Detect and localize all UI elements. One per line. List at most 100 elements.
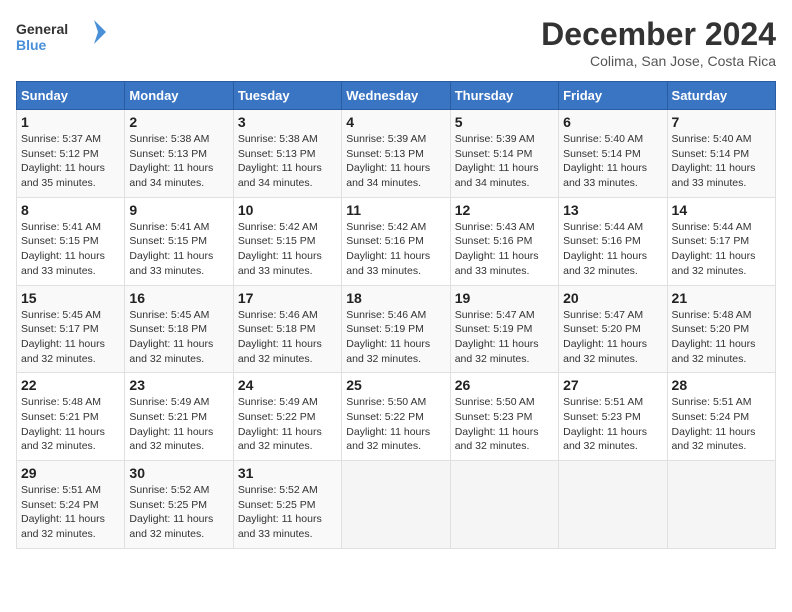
day-number: 27 xyxy=(563,377,662,393)
calendar-week-row: 1 Sunrise: 5:37 AMSunset: 5:12 PMDaylight… xyxy=(17,110,776,198)
logo-svg: General Blue xyxy=(16,16,106,56)
day-info: Sunrise: 5:39 AMSunset: 5:14 PMDaylight:… xyxy=(455,132,554,191)
day-number: 20 xyxy=(563,290,662,306)
day-number: 4 xyxy=(346,114,445,130)
day-info: Sunrise: 5:46 AMSunset: 5:18 PMDaylight:… xyxy=(238,308,337,367)
col-header-saturday: Saturday xyxy=(667,82,775,110)
calendar-cell xyxy=(450,461,558,549)
calendar-cell: 13 Sunrise: 5:44 AMSunset: 5:16 PMDayligh… xyxy=(559,197,667,285)
svg-text:Blue: Blue xyxy=(16,37,47,53)
calendar-cell: 10Sunrise: 5:42 AMSunset: 5:15 PMDayligh… xyxy=(233,197,341,285)
day-info: Sunrise: 5:38 AMSunset: 5:13 PMDaylight:… xyxy=(238,132,337,191)
day-number: 3 xyxy=(238,114,337,130)
day-number: 23 xyxy=(129,377,228,393)
day-number: 22 xyxy=(21,377,120,393)
day-info: Sunrise: 5:52 AMSunset: 5:25 PMDaylight:… xyxy=(238,483,337,542)
day-number: 5 xyxy=(455,114,554,130)
day-number: 2 xyxy=(129,114,228,130)
calendar-cell: 17 Sunrise: 5:46 AMSunset: 5:18 PMDayligh… xyxy=(233,285,341,373)
calendar-cell: 24 Sunrise: 5:49 AMSunset: 5:22 PMDayligh… xyxy=(233,373,341,461)
col-header-thursday: Thursday xyxy=(450,82,558,110)
calendar-cell xyxy=(559,461,667,549)
day-number: 29 xyxy=(21,465,120,481)
calendar-cell: 8 Sunrise: 5:41 AMSunset: 5:15 PMDaylight… xyxy=(17,197,125,285)
month-title: December 2024 xyxy=(541,16,776,53)
calendar-cell: 3 Sunrise: 5:38 AMSunset: 5:13 PMDaylight… xyxy=(233,110,341,198)
day-number: 13 xyxy=(563,202,662,218)
col-header-tuesday: Tuesday xyxy=(233,82,341,110)
calendar-cell: 28 Sunrise: 5:51 AMSunset: 5:24 PMDayligh… xyxy=(667,373,775,461)
day-number: 25 xyxy=(346,377,445,393)
day-info: Sunrise: 5:51 AMSunset: 5:23 PMDaylight:… xyxy=(563,395,662,454)
day-info: Sunrise: 5:51 AMSunset: 5:24 PMDaylight:… xyxy=(21,483,120,542)
day-info: Sunrise: 5:46 AMSunset: 5:19 PMDaylight:… xyxy=(346,308,445,367)
calendar-cell: 21Sunrise: 5:48 AMSunset: 5:20 PMDayligh… xyxy=(667,285,775,373)
calendar-week-row: 22 Sunrise: 5:48 AMSunset: 5:21 PMDayligh… xyxy=(17,373,776,461)
calendar-cell: 7Sunrise: 5:40 AMSunset: 5:14 PMDaylight… xyxy=(667,110,775,198)
calendar-cell: 11Sunrise: 5:42 AMSunset: 5:16 PMDayligh… xyxy=(342,197,450,285)
calendar-cell: 27 Sunrise: 5:51 AMSunset: 5:23 PMDayligh… xyxy=(559,373,667,461)
day-info: Sunrise: 5:45 AMSunset: 5:17 PMDaylight:… xyxy=(21,308,120,367)
location-subtitle: Colima, San Jose, Costa Rica xyxy=(541,53,776,69)
day-number: 8 xyxy=(21,202,120,218)
calendar-cell: 15 Sunrise: 5:45 AMSunset: 5:17 PMDayligh… xyxy=(17,285,125,373)
day-info: Sunrise: 5:44 AMSunset: 5:16 PMDaylight:… xyxy=(563,220,662,279)
day-info: Sunrise: 5:47 AMSunset: 5:19 PMDaylight:… xyxy=(455,308,554,367)
day-number: 1 xyxy=(21,114,120,130)
day-info: Sunrise: 5:48 AMSunset: 5:21 PMDaylight:… xyxy=(21,395,120,454)
col-header-wednesday: Wednesday xyxy=(342,82,450,110)
day-info: Sunrise: 5:50 AMSunset: 5:22 PMDaylight:… xyxy=(346,395,445,454)
day-info: Sunrise: 5:44 AMSunset: 5:17 PMDaylight:… xyxy=(672,220,771,279)
calendar-cell: 31 Sunrise: 5:52 AMSunset: 5:25 PMDayligh… xyxy=(233,461,341,549)
calendar-week-row: 8 Sunrise: 5:41 AMSunset: 5:15 PMDaylight… xyxy=(17,197,776,285)
day-info: Sunrise: 5:51 AMSunset: 5:24 PMDaylight:… xyxy=(672,395,771,454)
calendar-cell: 1 Sunrise: 5:37 AMSunset: 5:12 PMDaylight… xyxy=(17,110,125,198)
day-info: Sunrise: 5:40 AMSunset: 5:14 PMDaylight:… xyxy=(672,132,771,191)
calendar-header-row: SundayMondayTuesdayWednesdayThursdayFrid… xyxy=(17,82,776,110)
col-header-monday: Monday xyxy=(125,82,233,110)
calendar-cell xyxy=(667,461,775,549)
calendar-cell xyxy=(342,461,450,549)
day-number: 17 xyxy=(238,290,337,306)
col-header-sunday: Sunday xyxy=(17,82,125,110)
day-info: Sunrise: 5:49 AMSunset: 5:21 PMDaylight:… xyxy=(129,395,228,454)
day-number: 12 xyxy=(455,202,554,218)
calendar-cell: 16Sunrise: 5:45 AMSunset: 5:18 PMDayligh… xyxy=(125,285,233,373)
calendar-cell: 14 Sunrise: 5:44 AMSunset: 5:17 PMDayligh… xyxy=(667,197,775,285)
day-number: 14 xyxy=(672,202,771,218)
day-info: Sunrise: 5:42 AMSunset: 5:15 PMDaylight:… xyxy=(238,220,337,279)
calendar-week-row: 15 Sunrise: 5:45 AMSunset: 5:17 PMDayligh… xyxy=(17,285,776,373)
day-info: Sunrise: 5:47 AMSunset: 5:20 PMDaylight:… xyxy=(563,308,662,367)
calendar-table: SundayMondayTuesdayWednesdayThursdayFrid… xyxy=(16,81,776,549)
day-number: 15 xyxy=(21,290,120,306)
calendar-cell: 29 Sunrise: 5:51 AMSunset: 5:24 PMDayligh… xyxy=(17,461,125,549)
calendar-cell: 12 Sunrise: 5:43 AMSunset: 5:16 PMDayligh… xyxy=(450,197,558,285)
calendar-cell: 9Sunrise: 5:41 AMSunset: 5:15 PMDaylight… xyxy=(125,197,233,285)
logo: General Blue xyxy=(16,16,106,56)
col-header-friday: Friday xyxy=(559,82,667,110)
svg-text:General: General xyxy=(16,21,68,37)
page-header: General Blue December 2024 Colima, San J… xyxy=(16,16,776,69)
calendar-cell: 18 Sunrise: 5:46 AMSunset: 5:19 PMDayligh… xyxy=(342,285,450,373)
day-number: 30 xyxy=(129,465,228,481)
day-number: 26 xyxy=(455,377,554,393)
day-number: 16 xyxy=(129,290,228,306)
calendar-cell: 2Sunrise: 5:38 AMSunset: 5:13 PMDaylight… xyxy=(125,110,233,198)
day-info: Sunrise: 5:43 AMSunset: 5:16 PMDaylight:… xyxy=(455,220,554,279)
day-number: 18 xyxy=(346,290,445,306)
day-info: Sunrise: 5:41 AMSunset: 5:15 PMDaylight:… xyxy=(129,220,228,279)
day-info: Sunrise: 5:39 AMSunset: 5:13 PMDaylight:… xyxy=(346,132,445,191)
day-info: Sunrise: 5:41 AMSunset: 5:15 PMDaylight:… xyxy=(21,220,120,279)
day-number: 24 xyxy=(238,377,337,393)
calendar-cell: 6Sunrise: 5:40 AMSunset: 5:14 PMDaylight… xyxy=(559,110,667,198)
calendar-cell: 25 Sunrise: 5:50 AMSunset: 5:22 PMDayligh… xyxy=(342,373,450,461)
calendar-cell: 22 Sunrise: 5:48 AMSunset: 5:21 PMDayligh… xyxy=(17,373,125,461)
day-number: 28 xyxy=(672,377,771,393)
title-block: December 2024 Colima, San Jose, Costa Ri… xyxy=(541,16,776,69)
day-info: Sunrise: 5:49 AMSunset: 5:22 PMDaylight:… xyxy=(238,395,337,454)
day-info: Sunrise: 5:48 AMSunset: 5:20 PMDaylight:… xyxy=(672,308,771,367)
day-number: 11 xyxy=(346,202,445,218)
calendar-cell: 19Sunrise: 5:47 AMSunset: 5:19 PMDayligh… xyxy=(450,285,558,373)
day-info: Sunrise: 5:37 AMSunset: 5:12 PMDaylight:… xyxy=(21,132,120,191)
day-number: 31 xyxy=(238,465,337,481)
